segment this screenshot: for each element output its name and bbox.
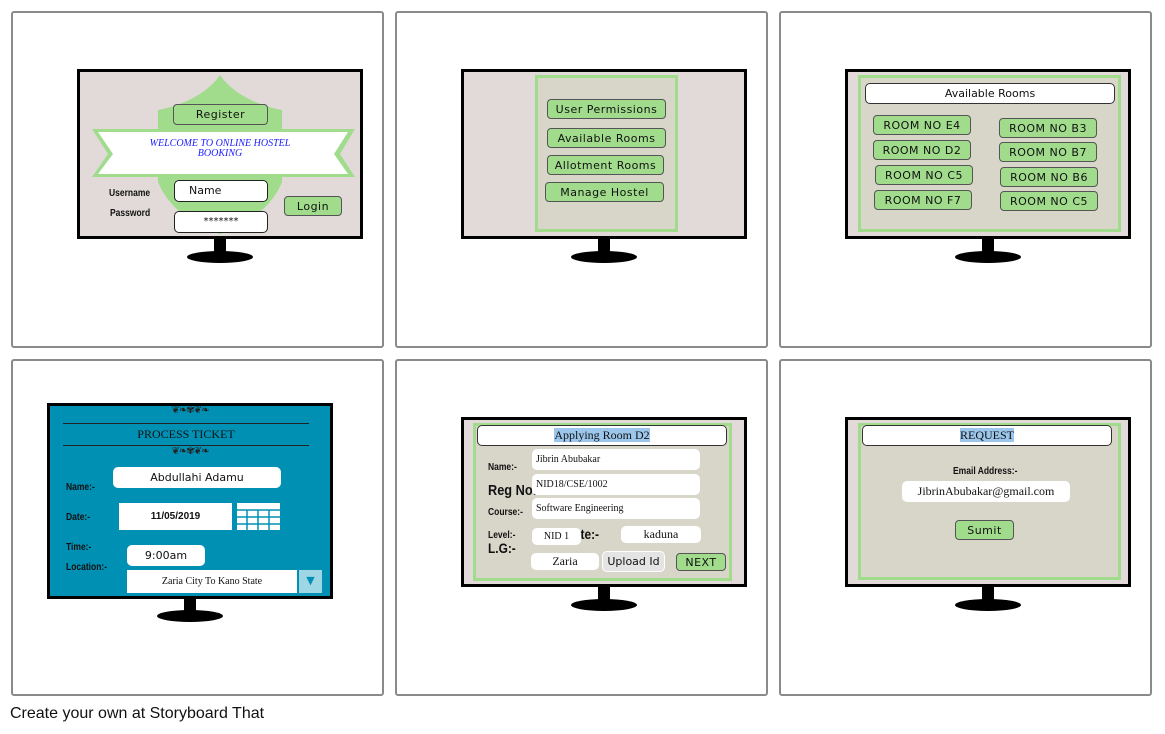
request-title: REQUEST [862,425,1112,446]
monitor-screen: User Permissions Available Rooms Allotme… [461,69,747,239]
monitor-base [955,599,1021,611]
next-button[interactable]: NEXT [676,553,726,571]
course-input[interactable]: Software Engineering [532,498,700,519]
course-label: Course:- [488,507,523,518]
room-d2-button[interactable]: ROOM NO D2 [873,140,971,160]
room-c5-button[interactable]: ROOM NO C5 [875,165,973,185]
lg-input[interactable]: Zaria [531,553,599,570]
reg-no-input[interactable]: NID18/CSE/1002 [532,474,700,495]
monitor-base [955,251,1021,263]
panel-available-rooms: Available Rooms ROOM NO E4 ROOM NO D2 RO… [779,11,1152,348]
state-input[interactable]: kaduna [621,526,701,543]
ornament-bottom: ❦❧✾❦❧ [171,446,210,457]
form-title: Applying Room D2 [477,425,727,446]
room-e4-button[interactable]: ROOM NO E4 [873,115,971,135]
room-b7-button[interactable]: ROOM NO B7 [999,142,1097,162]
monitor-screen: ❦❧✾❦❧ PROCESS TICKET ❦❧✾❦❧ Name:- Abdull… [47,403,333,599]
monitor-base [571,599,637,611]
calendar-icon[interactable] [237,503,280,530]
rooms-title: Available Rooms [865,83,1115,104]
room-f7-button[interactable]: ROOM NO F7 [874,190,972,210]
name-label: Name:- [66,482,95,493]
name-input[interactable]: Jibrin Abubakar [532,449,700,470]
ticket-title: PROCESS TICKET [137,427,235,441]
password-input[interactable]: ******* [174,211,268,233]
password-label: Password [110,208,151,219]
date-label: Date:- [66,512,91,523]
name-input[interactable]: Abdullahi Adamu [113,467,281,488]
room-b3-button[interactable]: ROOM NO B3 [999,118,1097,138]
request-title-text: REQUEST [960,428,1014,442]
level-input[interactable]: NID 1 [532,528,581,545]
panel-admin-menu: User Permissions Available Rooms Allotme… [395,11,768,348]
monitor-base [571,251,637,263]
date-input[interactable]: 11/05/2019 [119,503,232,530]
form-title-text: Applying Room D2 [554,428,650,442]
panel-process-ticket: ❦❧✾❦❧ PROCESS TICKET ❦❧✾❦❧ Name:- Abdull… [11,359,384,696]
ornament-top: ❦❧✾❦❧ [171,405,210,416]
time-label: Time:- [66,542,92,553]
time-input[interactable]: 9:00am [127,545,205,566]
email-input[interactable]: JibrinAbubakar@gmail.com [902,481,1070,502]
email-label: Email Address:- [953,466,1018,477]
menu-available-rooms[interactable]: Available Rooms [547,128,666,148]
menu-user-permissions[interactable]: User Permissions [547,99,666,119]
lg-label: L.G:- [488,540,516,556]
username-label: Username [109,188,151,199]
username-input[interactable]: Name [174,180,268,202]
menu-allotment-rooms[interactable]: Allotment Rooms [547,155,664,175]
panel-request: REQUEST Email Address:- JibrinAbubakar@g… [779,359,1152,696]
welcome-banner: WELCOME TO ONLINE HOSTEL BOOKING [149,138,291,159]
panel-application: Applying Room D2 Name:- Jibrin Abubakar … [395,359,768,696]
name-label: Name:- [488,462,517,473]
location-label: Location:- [66,562,108,573]
submit-button[interactable]: Sumit [955,520,1014,540]
menu-manage-hostel[interactable]: Manage Hostel [545,182,664,202]
dropdown-arrow-icon[interactable]: ▼ [299,570,322,593]
location-select[interactable]: Zaria City To Kano State [127,570,297,593]
monitor-screen: Register WELCOME TO ONLINE HOSTEL BOOKIN… [77,69,363,239]
room-b6-button[interactable]: ROOM NO B6 [1000,167,1098,187]
register-button[interactable]: Register [173,104,268,125]
login-button[interactable]: Login [284,196,342,216]
monitor-screen: Available Rooms ROOM NO E4 ROOM NO D2 RO… [845,69,1131,239]
monitor-base [157,610,223,622]
monitor-base [187,251,253,263]
divider [63,423,309,424]
upload-id-button[interactable]: Upload Id [602,551,665,572]
monitor-screen: Applying Room D2 Name:- Jibrin Abubakar … [461,417,747,587]
room-c5b-button[interactable]: ROOM NO C5 [1000,191,1098,211]
panel-login: Register WELCOME TO ONLINE HOSTEL BOOKIN… [11,11,384,348]
storyboard-credit-link[interactable]: Create your own at Storyboard That [10,705,264,723]
monitor-screen: REQUEST Email Address:- JibrinAbubakar@g… [845,417,1131,587]
